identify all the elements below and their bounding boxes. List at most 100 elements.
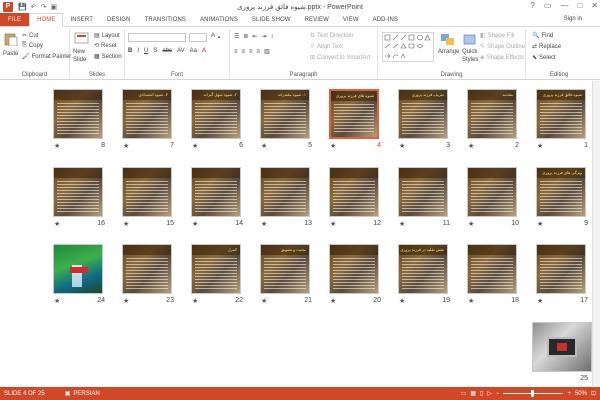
tab-design[interactable]: DESIGN bbox=[100, 13, 138, 26]
slide-transition-icon[interactable]: ★ bbox=[330, 142, 336, 150]
help-icon[interactable]: ? bbox=[530, 1, 534, 10]
slide-transition-icon[interactable]: ★ bbox=[192, 142, 198, 150]
shape-outline-button[interactable]: ✎ Shape Outline bbox=[480, 43, 525, 51]
slide-transition-icon[interactable]: ★ bbox=[537, 220, 543, 228]
bullets-icon[interactable]: ☰ bbox=[234, 33, 239, 40]
strikethrough-button[interactable]: S bbox=[153, 48, 157, 54]
shape-fill-button[interactable]: ◧ Shape Fill bbox=[480, 32, 514, 40]
tab-add-ins[interactable]: ADD-INS bbox=[366, 13, 405, 26]
minimize-icon[interactable]: — bbox=[560, 1, 568, 10]
slide-thumbnail[interactable]: شیوه های فرزند پروری bbox=[329, 89, 379, 139]
slideshow-view-icon[interactable]: ▷ bbox=[487, 390, 492, 397]
zoom-in-icon[interactable]: + bbox=[567, 391, 571, 397]
slide-thumbnail[interactable]: کنترل bbox=[191, 244, 241, 294]
slide-thumbnail[interactable] bbox=[532, 322, 592, 372]
slide-thumbnail[interactable]: تعریف فرزند پروری bbox=[398, 89, 448, 139]
slide-thumbnail[interactable]: مقدمه bbox=[467, 89, 517, 139]
ribbon-display-icon[interactable]: ▭ bbox=[544, 1, 552, 10]
tab-insert[interactable]: INSERT bbox=[63, 13, 100, 26]
format-painter-button[interactable]: 🖌 Format Painter bbox=[22, 53, 71, 61]
shapes-gallery-icon[interactable] bbox=[382, 32, 434, 62]
copy-button[interactable]: ⎘ Copy bbox=[22, 42, 43, 49]
slide-transition-icon[interactable]: ★ bbox=[54, 142, 60, 150]
slide-thumbnail[interactable]: ۳- شیوه استبدادی bbox=[122, 89, 172, 139]
slide-thumbnail[interactable] bbox=[260, 167, 310, 217]
slide-transition-icon[interactable]: ★ bbox=[468, 220, 474, 228]
slide-transition-icon[interactable]: ★ bbox=[54, 220, 60, 228]
language-status[interactable]: ▣ PERSIAN bbox=[65, 390, 100, 398]
numbering-icon[interactable]: ≣ bbox=[243, 33, 248, 40]
align-left-icon[interactable]: ≡ bbox=[234, 49, 238, 55]
cut-button[interactable]: ✂ Cut bbox=[22, 32, 38, 40]
slide-transition-icon[interactable]: ★ bbox=[468, 142, 474, 150]
arrange-icon[interactable] bbox=[440, 33, 456, 47]
tab-home[interactable]: HOME bbox=[29, 13, 64, 27]
layout-button[interactable]: ▤ Layout bbox=[94, 32, 120, 40]
slide-thumbnail[interactable] bbox=[191, 167, 241, 217]
paste-icon[interactable] bbox=[3, 32, 19, 46]
slide-thumbnail[interactable] bbox=[53, 167, 103, 217]
justify-icon[interactable]: ≡ bbox=[257, 49, 261, 55]
fit-slide-icon[interactable]: ⊡ bbox=[591, 390, 596, 397]
quick-styles-button[interactable]: Quick bbox=[462, 49, 477, 55]
slide-thumbnail[interactable] bbox=[53, 89, 103, 139]
find-button[interactable]: 🔍 Find bbox=[532, 32, 553, 40]
tab-view[interactable]: VIEW bbox=[336, 13, 366, 26]
zoom-out-icon[interactable]: − bbox=[496, 391, 500, 397]
tab-review[interactable]: REVIEW bbox=[298, 13, 336, 26]
slide-thumbnail[interactable]: نقش تقلید در فرزند پروری bbox=[398, 244, 448, 294]
zoom-slider[interactable] bbox=[503, 390, 564, 397]
quick-styles-button-line2[interactable]: Styles bbox=[462, 57, 478, 63]
new-slide-button[interactable]: New bbox=[73, 49, 85, 55]
change-case-button[interactable]: Aa bbox=[190, 48, 197, 54]
reading-view-icon[interactable]: ▯ bbox=[480, 390, 483, 397]
slide-sorter-view-icon[interactable]: ▦ bbox=[470, 390, 476, 397]
slide-transition-icon[interactable]: ★ bbox=[537, 142, 543, 150]
normal-view-icon[interactable]: ▭ bbox=[461, 390, 467, 397]
tab-animations[interactable]: ANIMATIONS bbox=[193, 13, 245, 26]
slide-thumbnail[interactable] bbox=[536, 244, 586, 294]
close-icon[interactable]: ✕ bbox=[591, 1, 598, 10]
underline-button[interactable]: U bbox=[144, 48, 148, 54]
char-spacing-button[interactable]: AV bbox=[177, 48, 185, 54]
paste-button[interactable]: Paste bbox=[3, 51, 18, 57]
slide-transition-icon[interactable]: ★ bbox=[399, 297, 405, 305]
slide-transition-icon[interactable]: ★ bbox=[399, 142, 405, 150]
slide-thumbnail[interactable] bbox=[329, 167, 379, 217]
section-button[interactable]: ▦ Section bbox=[94, 53, 122, 61]
decrease-indent-icon[interactable]: ⇤ bbox=[252, 33, 257, 40]
slide-transition-icon[interactable]: ★ bbox=[330, 220, 336, 228]
italic-button[interactable]: I bbox=[137, 48, 139, 54]
zoom-level[interactable]: 50% bbox=[575, 391, 587, 397]
slide-thumbnail[interactable] bbox=[398, 167, 448, 217]
tab-file[interactable]: FILE bbox=[0, 13, 30, 26]
reset-button[interactable]: ⟲ Reset bbox=[94, 42, 117, 50]
slide-transition-icon[interactable]: ★ bbox=[192, 297, 198, 305]
slide-thumbnail[interactable] bbox=[329, 244, 379, 294]
slide-transition-icon[interactable]: ★ bbox=[330, 297, 336, 305]
vertical-scrollbar[interactable] bbox=[592, 81, 600, 386]
bold-button[interactable]: B bbox=[128, 48, 132, 54]
slide-thumbnail[interactable]: شیوه فائق فرزند پروری bbox=[536, 89, 586, 139]
increase-indent-icon[interactable]: ⇥ bbox=[261, 33, 266, 40]
slide-transition-icon[interactable]: ★ bbox=[123, 142, 129, 150]
grow-font-button[interactable]: A ▲ bbox=[211, 33, 221, 39]
align-text-button[interactable]: ⇳ Align Text bbox=[310, 43, 343, 51]
slide-transition-icon[interactable]: ★ bbox=[123, 220, 129, 228]
slide-thumbnail[interactable] bbox=[122, 167, 172, 217]
slide-thumbnail[interactable]: ویژگی های فرزند پروری bbox=[536, 167, 586, 217]
line-spacing-icon[interactable]: ↕ bbox=[270, 34, 273, 40]
new-slide-icon[interactable] bbox=[74, 32, 90, 46]
slide-transition-icon[interactable]: ★ bbox=[261, 142, 267, 150]
font-color-button[interactable]: A bbox=[202, 48, 206, 54]
arrange-button[interactable]: Arrange bbox=[438, 49, 459, 55]
slide-transition-icon[interactable]: ★ bbox=[54, 297, 60, 305]
align-right-icon[interactable]: ≡ bbox=[249, 49, 253, 55]
slide-transition-icon[interactable]: ★ bbox=[123, 297, 129, 305]
zoom-slider-thumb[interactable] bbox=[531, 390, 535, 397]
slide-thumbnail[interactable]: ۱- شیوه مقتدرانه bbox=[260, 89, 310, 139]
slide-thumbnail[interactable] bbox=[53, 244, 103, 294]
convert-smartart-button[interactable]: ⊞ Convert to SmartArt bbox=[310, 54, 370, 62]
tab-slide-show[interactable]: SLIDE SHOW bbox=[245, 13, 298, 26]
font-size-select[interactable] bbox=[189, 33, 207, 42]
